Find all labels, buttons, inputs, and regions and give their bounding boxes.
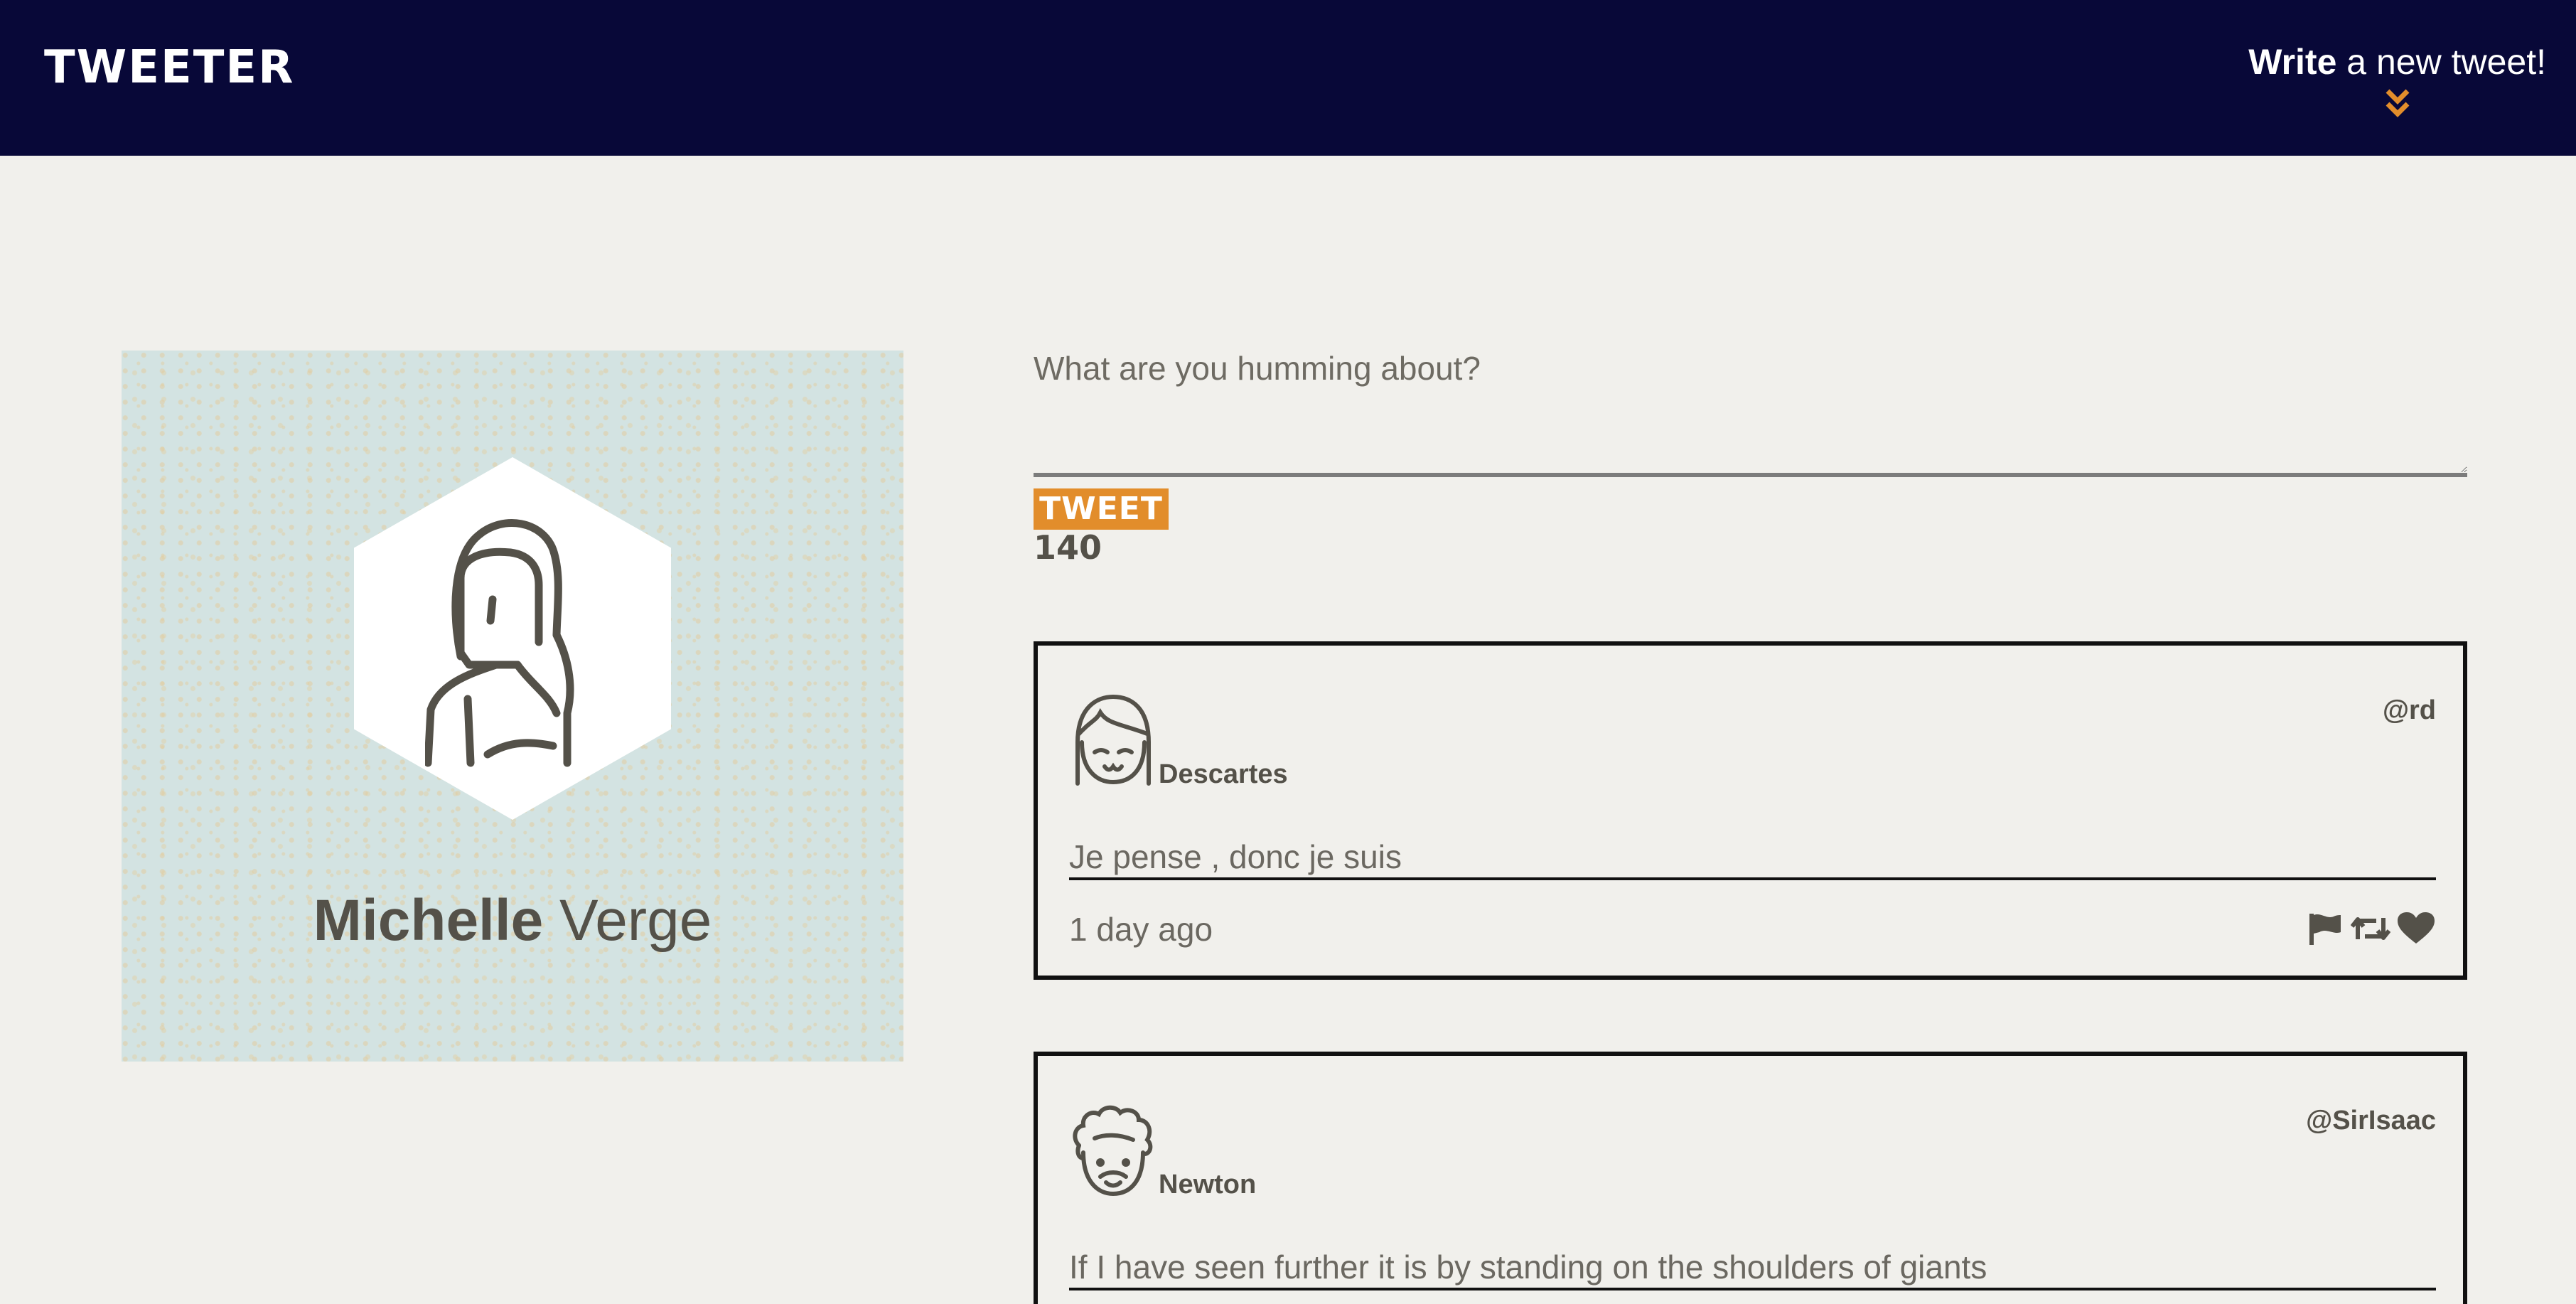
double-chevron-down-icon[interactable] (2383, 87, 2412, 118)
tweet-author-name: Newton (1159, 1170, 1257, 1199)
tweet-handle[interactable]: @SirIsaac (2306, 1106, 2436, 1136)
tweet-composer: TWEET 140 (1034, 338, 2467, 567)
heart-icon[interactable] (2396, 911, 2436, 946)
tweet-card: Newton @SirIsaac If I have seen further … (1034, 1052, 2467, 1304)
char-counter: 140 (1034, 528, 1102, 567)
compose-rest-text[interactable]: a new tweet! (2336, 42, 2546, 82)
profile-last-name: Verge (559, 888, 712, 953)
tweet-button[interactable]: TWEET (1034, 488, 1169, 530)
profile-first-name: Michelle (313, 888, 544, 953)
tweet-actions (2305, 911, 2436, 946)
compose-bold-text[interactable]: Write (2248, 42, 2336, 82)
tweet-textarea[interactable] (1034, 338, 2467, 477)
woman-avatar-icon (425, 519, 574, 767)
retweet-icon[interactable] (2351, 911, 2390, 946)
profile-name: Michelle Verge (122, 887, 903, 954)
tweet-author-name: Descartes (1159, 759, 1288, 789)
girl-avatar-icon (1075, 694, 1151, 786)
tweet-content: Je pense , donc je suis (1069, 838, 2436, 880)
tweet-handle[interactable]: @rd (2383, 695, 2436, 726)
top-nav: TWEETER Write a new tweet! (0, 0, 2576, 156)
profile-avatar-hexagon (354, 457, 671, 820)
compose-toggle-text[interactable]: Write a new tweet! (2248, 41, 2546, 82)
flag-icon[interactable] (2305, 911, 2345, 946)
curly-hair-avatar-icon (1073, 1105, 1153, 1197)
tweet-timestamp: 1 day ago (1069, 911, 1213, 948)
compose-toggle[interactable]: Write a new tweet! (2248, 41, 2546, 118)
tweet-content: If I have seen further it is by standing… (1069, 1248, 2436, 1290)
profile-card: Michelle Verge (122, 351, 903, 1062)
app-logo[interactable]: TWEETER (44, 41, 294, 94)
tweet-card: Descartes @rd Je pense , donc je suis 1 … (1034, 641, 2467, 980)
